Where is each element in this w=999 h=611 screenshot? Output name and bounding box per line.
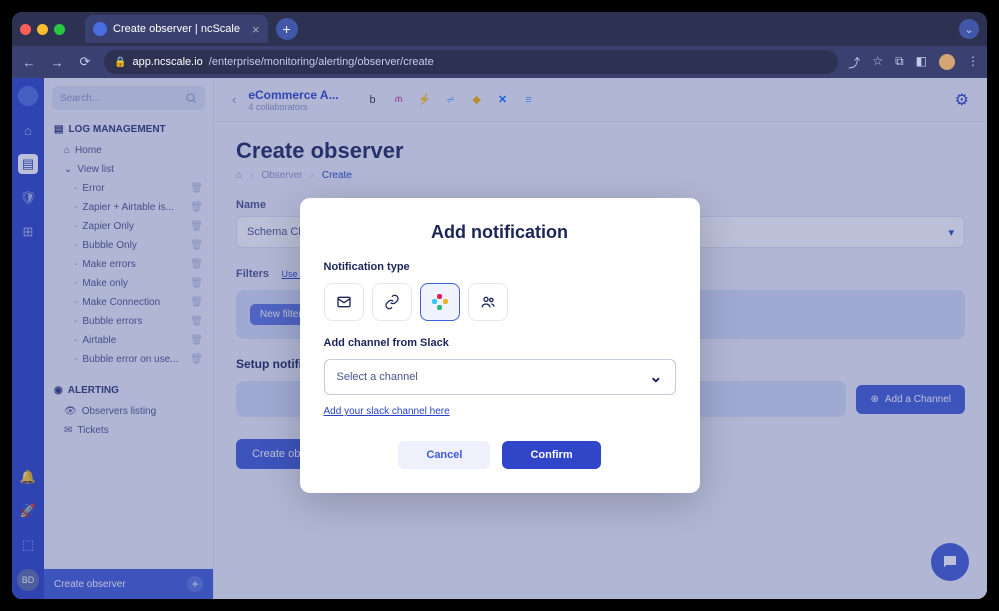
window-maximize[interactable] <box>54 24 65 35</box>
users-icon <box>480 294 496 310</box>
reload-icon[interactable]: ⟳ <box>76 54 94 70</box>
close-tab-icon[interactable]: × <box>252 22 260 37</box>
profile-avatar[interactable] <box>939 54 955 70</box>
cancel-button[interactable]: Cancel <box>398 441 490 469</box>
mail-icon <box>336 294 352 310</box>
window-minimize[interactable] <box>37 24 48 35</box>
url-path: /enterprise/monitoring/alerting/observer… <box>209 56 434 68</box>
link-icon <box>384 294 400 310</box>
notification-type-label: Notification type <box>324 261 676 273</box>
notification-type-email[interactable] <box>324 283 364 321</box>
tab-title: Create observer | ncScale <box>113 23 240 35</box>
channel-label: Add channel from Slack <box>324 337 676 349</box>
address-bar[interactable]: 🔒 app.ncscale.io/enterprise/monitoring/a… <box>104 50 838 74</box>
favicon <box>93 22 107 36</box>
add-slack-channel-link[interactable]: Add your slack channel here <box>324 406 450 417</box>
channel-select[interactable]: Select a channel <box>324 359 676 395</box>
notification-type-webhook[interactable] <box>372 283 412 321</box>
bookmark-icon[interactable]: ☆ <box>872 54 883 71</box>
panel-icon[interactable]: ◧ <box>916 54 927 71</box>
menu-icon[interactable]: ⋮ <box>967 54 979 71</box>
modal-title: Add notification <box>324 222 676 243</box>
confirm-button[interactable]: Confirm <box>502 441 600 469</box>
chevron-down-icon[interactable]: ⌄ <box>959 19 979 39</box>
share-icon[interactable]: ⤴ <box>848 54 860 71</box>
modal-overlay[interactable]: Add notification Notification type <box>12 78 987 599</box>
notification-type-slack[interactable] <box>420 283 460 321</box>
new-tab-button[interactable]: + <box>276 18 298 40</box>
add-notification-modal: Add notification Notification type <box>300 198 700 493</box>
lock-icon: 🔒 <box>114 57 126 68</box>
extensions-icon[interactable]: ⧉ <box>895 54 904 71</box>
window-close[interactable] <box>20 24 31 35</box>
back-icon[interactable]: ← <box>20 55 38 70</box>
url-host: app.ncscale.io <box>132 56 202 68</box>
slack-icon <box>432 294 448 310</box>
notification-type-team[interactable] <box>468 283 508 321</box>
browser-tab[interactable]: Create observer | ncScale × <box>85 15 268 43</box>
forward-icon[interactable]: → <box>48 55 66 70</box>
